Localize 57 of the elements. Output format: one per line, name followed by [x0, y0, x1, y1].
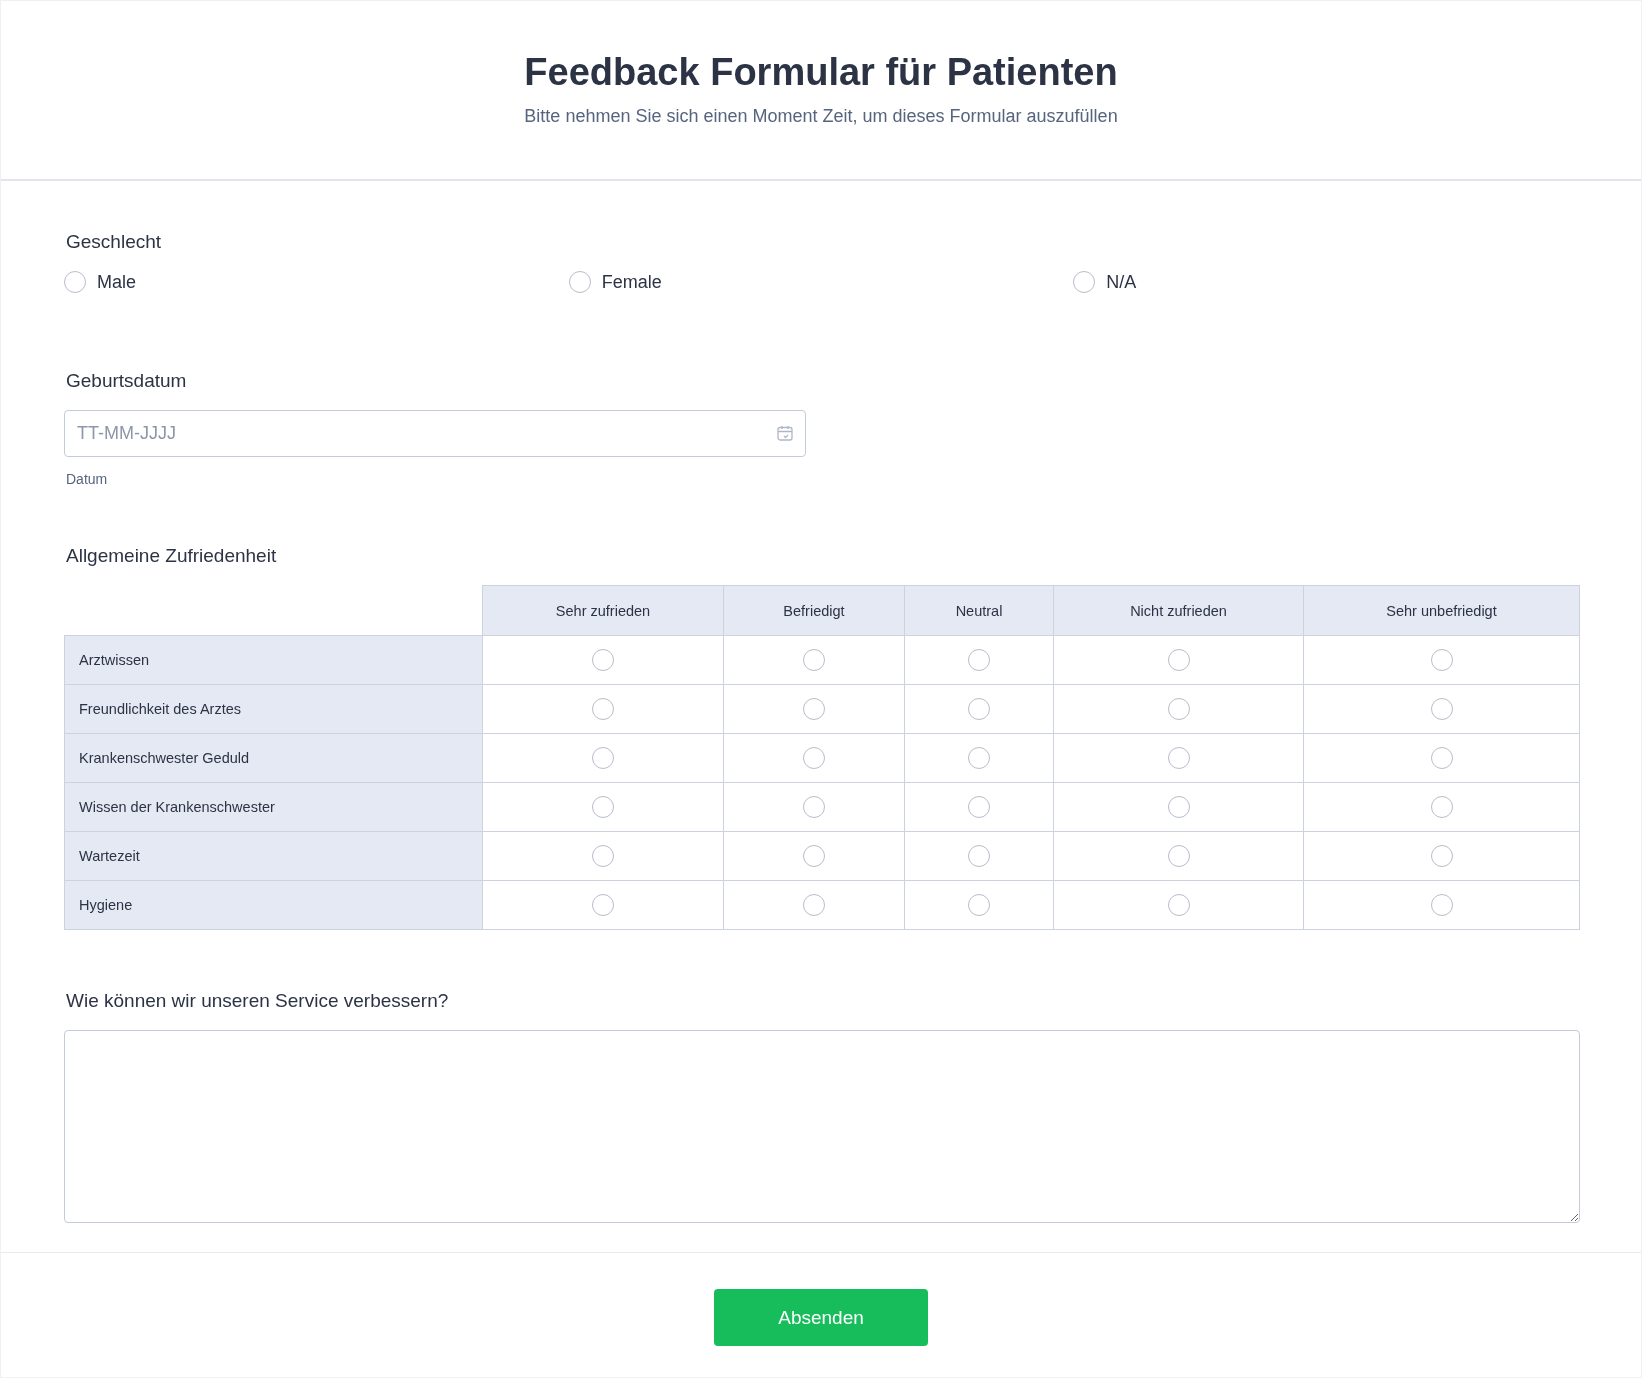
radio-button[interactable] [592, 894, 614, 916]
radio-button[interactable] [1430, 747, 1453, 769]
radio-button[interactable] [568, 271, 591, 293]
radio-button[interactable] [968, 649, 990, 671]
radio-button[interactable] [64, 271, 86, 293]
row-label: Arztwissen [64, 635, 483, 685]
row-label: Krankenschwester Geduld [64, 733, 483, 783]
radio-button[interactable] [803, 796, 825, 818]
radio-button[interactable] [592, 747, 614, 769]
radio-button[interactable] [968, 747, 990, 769]
radio-button[interactable] [1430, 845, 1453, 867]
row-label: Hygiene [64, 880, 483, 930]
radio-button[interactable] [1073, 271, 1096, 293]
question-label: Geschlecht [65, 231, 163, 253]
radio-button[interactable] [968, 845, 990, 867]
row-label: Freundlichkeit des Arztes [64, 684, 483, 734]
radio-button[interactable] [803, 698, 825, 720]
radio-button[interactable] [592, 698, 614, 720]
radio-button[interactable] [1430, 649, 1453, 671]
radio-button[interactable] [1167, 796, 1190, 818]
calendar-icon[interactable] [776, 424, 794, 442]
radio-button[interactable] [592, 845, 614, 867]
column-header: Sehr unbefriedigt [1303, 585, 1580, 636]
column-header: Sehr zufrieden [482, 585, 724, 636]
column-header: Befriedigt [723, 585, 905, 636]
radio-button[interactable] [1430, 698, 1453, 720]
date-field[interactable]: TT-MM-JJJJ [64, 410, 806, 457]
radio-button[interactable] [1430, 796, 1453, 818]
radio-button[interactable] [803, 845, 825, 867]
radio-button[interactable] [592, 796, 614, 818]
radio-button[interactable] [1167, 894, 1190, 916]
radio-button[interactable] [1167, 649, 1190, 671]
radio-option[interactable]: Male [64, 271, 136, 293]
radio-button[interactable] [1167, 747, 1190, 769]
radio-button[interactable] [803, 894, 825, 916]
column-header: Neutral [904, 585, 1054, 636]
radio-option[interactable]: Female [568, 271, 662, 293]
radio-button[interactable] [592, 649, 614, 671]
radio-button[interactable] [1167, 698, 1190, 720]
row-label: Wissen der Krankenschwester [64, 782, 483, 832]
question-label: Wie können wir unseren Service verbessern? [65, 990, 450, 1012]
form-subtitle: Bitte nehmen Sie sich einen Moment Zeit, um dieses Formular auszufüllen [524, 106, 1118, 127]
radio-option[interactable]: N/A [1073, 271, 1137, 293]
radio-button[interactable] [968, 698, 990, 720]
radio-button[interactable] [803, 747, 825, 769]
radio-button[interactable] [968, 894, 990, 916]
radio-button[interactable] [1167, 845, 1190, 867]
question-label: Allgemeine Zufriedenheit [65, 545, 278, 567]
column-header: Nicht zufrieden [1053, 585, 1304, 636]
field-sublabel: Datum [65, 471, 109, 487]
text-area[interactable] [64, 1030, 1580, 1223]
form-title: Feedback Formular für Patienten [524, 51, 1118, 94]
question-label: Geburtsdatum [65, 370, 188, 392]
row-label: Wartezeit [64, 831, 483, 881]
radio-button[interactable] [1430, 894, 1453, 916]
radio-button[interactable] [968, 796, 990, 818]
radio-button[interactable] [803, 649, 825, 671]
